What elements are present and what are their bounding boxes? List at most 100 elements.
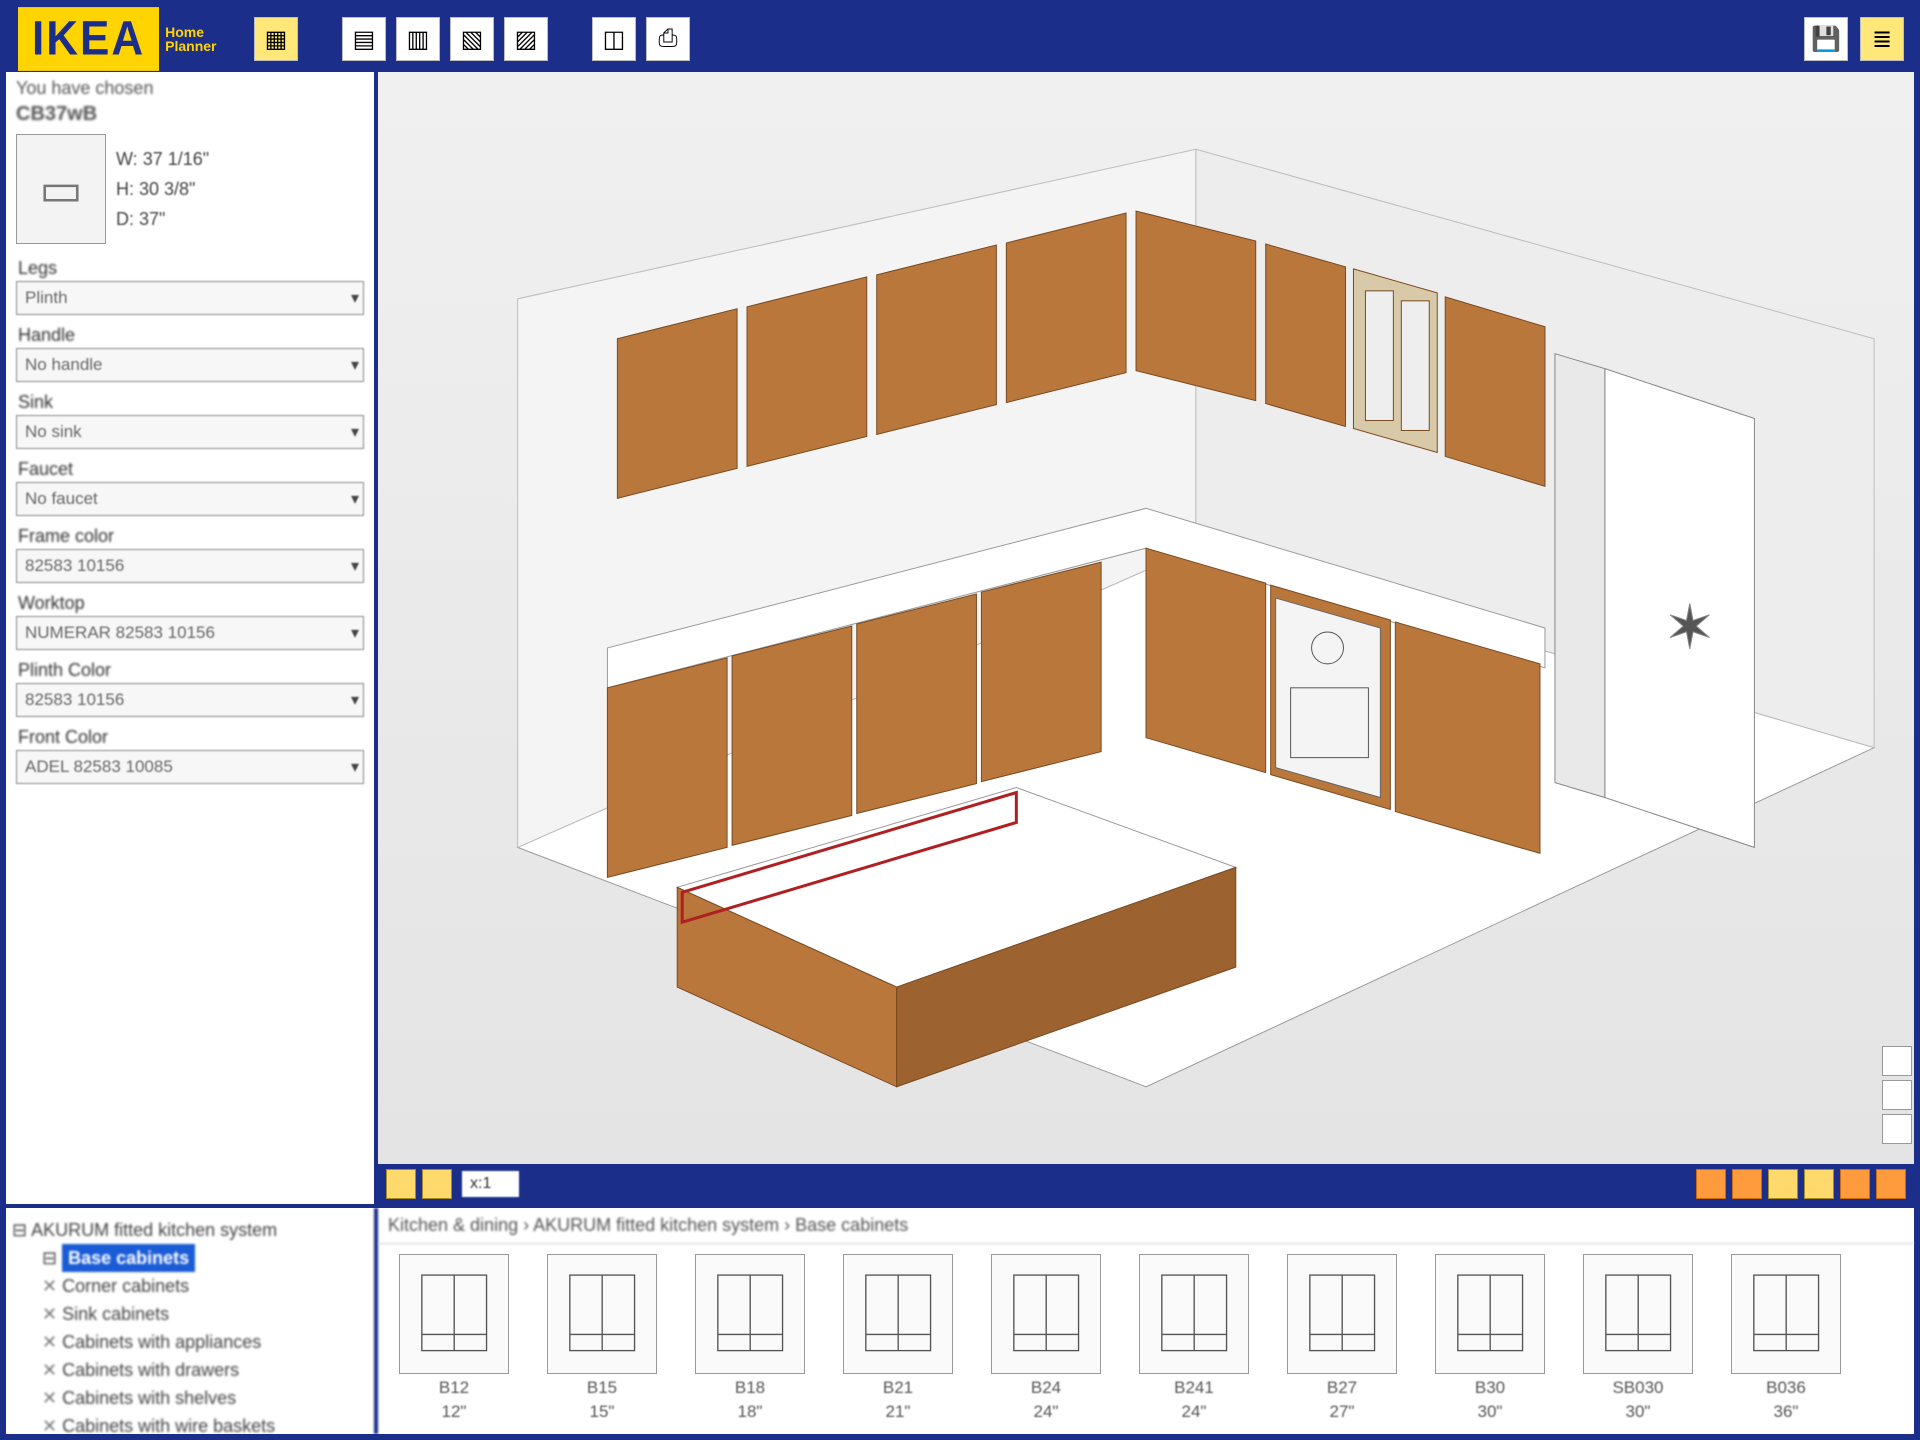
catalog-item-code: B21 — [883, 1378, 913, 1398]
zoom-up-button[interactable] — [1882, 1046, 1912, 1076]
viewport-zoom-controls — [1882, 1046, 1912, 1144]
nav-prev2-button[interactable] — [422, 1169, 452, 1199]
tree-item-2[interactable]: Cabinets with appliances — [42, 1328, 368, 1356]
catalog-item-B30[interactable]: B3030" — [1428, 1254, 1552, 1424]
tree-item-3[interactable]: Cabinets with drawers — [42, 1356, 368, 1384]
catalog-item-code: SB030 — [1612, 1378, 1663, 1398]
nav-b6[interactable] — [1876, 1169, 1906, 1199]
chevron-down-icon: ▾ — [351, 556, 359, 576]
catalog-thumb-icon — [1731, 1254, 1841, 1374]
selected-item-dimensions: W: 37 1/16" H: 30 3/8" D: 37" — [116, 144, 209, 234]
prop-select-4[interactable]: 82583 10156▾ — [16, 549, 364, 583]
catalog-breadcrumb[interactable]: Kitchen & dining › AKURUM fitted kitchen… — [378, 1208, 1914, 1244]
tool-button-2[interactable]: ▥ — [396, 17, 440, 61]
tree-item-4[interactable]: Cabinets with shelves — [42, 1384, 368, 1412]
catalog-thumb-icon — [1287, 1254, 1397, 1374]
tree-root[interactable]: AKURUM fitted kitchen system — [12, 1216, 368, 1244]
prop-select-5[interactable]: NUMERAR 82583 10156▾ — [16, 616, 364, 650]
viewport-bottom-bar: x:1 — [378, 1164, 1914, 1204]
tool-button-1[interactable]: ▤ — [342, 17, 386, 61]
catalog-item-B15[interactable]: B1515" — [540, 1254, 664, 1424]
selected-item-thumb: ▭ — [16, 134, 106, 244]
chevron-down-icon: ▾ — [351, 623, 359, 643]
prop-label-7: Front Color — [16, 723, 364, 750]
main-area: You have chosen CB37wB ▭ W: 37 1/16" H: … — [6, 72, 1914, 1204]
properties-panel: You have chosen CB37wB ▭ W: 37 1/16" H: … — [6, 72, 378, 1204]
brand-logo: IKEA Home Planner — [16, 10, 226, 68]
catalog-item-code: B036 — [1766, 1378, 1806, 1398]
viewport-3d[interactable]: ✶ — [378, 72, 1914, 1164]
catalog-item-size: 24" — [1182, 1402, 1207, 1422]
list-button[interactable]: ≣ — [1860, 17, 1904, 61]
tool-button-4[interactable]: ▨ — [504, 17, 548, 61]
catalog-thumb-icon — [695, 1254, 805, 1374]
prop-select-3[interactable]: No faucet▾ — [16, 482, 364, 516]
prop-label-0: Legs — [16, 254, 364, 281]
catalog-item-SB030[interactable]: SB03030" — [1576, 1254, 1700, 1424]
catalog-thumb-icon — [843, 1254, 953, 1374]
save-button[interactable]: 💾 — [1804, 17, 1848, 61]
catalog-item-code: B12 — [439, 1378, 469, 1398]
tree-item-0[interactable]: Corner cabinets — [42, 1272, 368, 1300]
print-button[interactable]: ⎙ — [646, 17, 690, 61]
catalog-item-code: B241 — [1174, 1378, 1214, 1398]
prop-label-1: Handle — [16, 321, 364, 348]
prop-label-4: Frame color — [16, 522, 364, 549]
catalog-item-size: 12" — [442, 1402, 467, 1422]
chosen-id: CB37wB — [16, 103, 364, 126]
catalog-item-B036[interactable]: B036 36" — [1724, 1254, 1848, 1424]
catalog-item-size: 36" — [1774, 1402, 1799, 1422]
prop-label-2: Sink — [16, 388, 364, 415]
tool-button-3[interactable]: ▧ — [450, 17, 494, 61]
prop-select-1[interactable]: No handle▾ — [16, 348, 364, 382]
prop-select-2[interactable]: No sink▾ — [16, 415, 364, 449]
catalog-thumb-icon — [1435, 1254, 1545, 1374]
catalog-item-B27[interactable]: B2727" — [1280, 1254, 1404, 1424]
catalog-item-B241[interactable]: B241 24" — [1132, 1254, 1256, 1424]
logo-text: IKEA — [18, 7, 159, 71]
zoom-fit-button[interactable] — [1882, 1080, 1912, 1110]
tree-item-1[interactable]: Sink cabinets — [42, 1300, 368, 1328]
catalog-item-B18[interactable]: B1818" — [688, 1254, 812, 1424]
nav-prev-button[interactable] — [386, 1169, 416, 1199]
catalog-item-code: B24 — [1031, 1378, 1061, 1398]
prop-label-6: Plinth Color — [16, 656, 364, 683]
catalog-item-size: 18" — [738, 1402, 763, 1422]
tree-selected[interactable]: Base cabinets — [62, 1244, 195, 1272]
new-button[interactable]: ▦ — [254, 17, 298, 61]
nav-b3[interactable] — [1768, 1169, 1798, 1199]
nav-b2[interactable] — [1732, 1169, 1762, 1199]
catalog-thumb-icon — [1583, 1254, 1693, 1374]
nav-b1[interactable] — [1696, 1169, 1726, 1199]
catalog-item-B12[interactable]: B1212" — [392, 1254, 516, 1424]
catalog-item-B21[interactable]: B2121" — [836, 1254, 960, 1424]
svg-text:✶: ✶ — [1665, 594, 1715, 661]
chevron-down-icon: ▾ — [351, 288, 359, 308]
chevron-down-icon: ▾ — [351, 422, 359, 442]
prop-select-6[interactable]: 82583 10156▾ — [16, 683, 364, 717]
chevron-down-icon: ▾ — [351, 489, 359, 509]
catalog-item-B24[interactable]: B2424" — [984, 1254, 1108, 1424]
top-toolbar: IKEA Home Planner ▦ ▤ ▥ ▧ ▨ ◫ ⎙ 💾 ≣ — [6, 6, 1914, 72]
chevron-down-icon: ▾ — [351, 355, 359, 375]
prop-label-3: Faucet — [16, 455, 364, 482]
nav-b5[interactable] — [1840, 1169, 1870, 1199]
chevron-down-icon: ▾ — [351, 757, 359, 777]
zoom-down-button[interactable] — [1882, 1114, 1912, 1144]
prop-label-5: Worktop — [16, 589, 364, 616]
catalog-area: AKURUM fitted kitchen system ⊟ Base cabi… — [6, 1204, 1914, 1434]
prop-select-7[interactable]: ADEL 82583 10085▾ — [16, 750, 364, 784]
catalog-item-code: B18 — [735, 1378, 765, 1398]
catalog-thumb-icon — [991, 1254, 1101, 1374]
viewport-readout: x:1 — [462, 1171, 519, 1197]
catalog-thumb-icon — [1139, 1254, 1249, 1374]
view-button[interactable]: ◫ — [592, 17, 636, 61]
category-tree[interactable]: AKURUM fitted kitchen system ⊟ Base cabi… — [6, 1208, 378, 1434]
nav-b4[interactable] — [1804, 1169, 1834, 1199]
catalog-thumb-icon — [547, 1254, 657, 1374]
chosen-label: You have chosen — [16, 78, 364, 99]
prop-select-0[interactable]: Plinth▾ — [16, 281, 364, 315]
catalog-thumbnails: B1212"B1515"B1818"B2121"B2424"B24124"B27… — [378, 1244, 1914, 1434]
catalog-item-size: 15" — [590, 1402, 615, 1422]
tree-item-5[interactable]: Cabinets with wire baskets — [42, 1412, 368, 1434]
